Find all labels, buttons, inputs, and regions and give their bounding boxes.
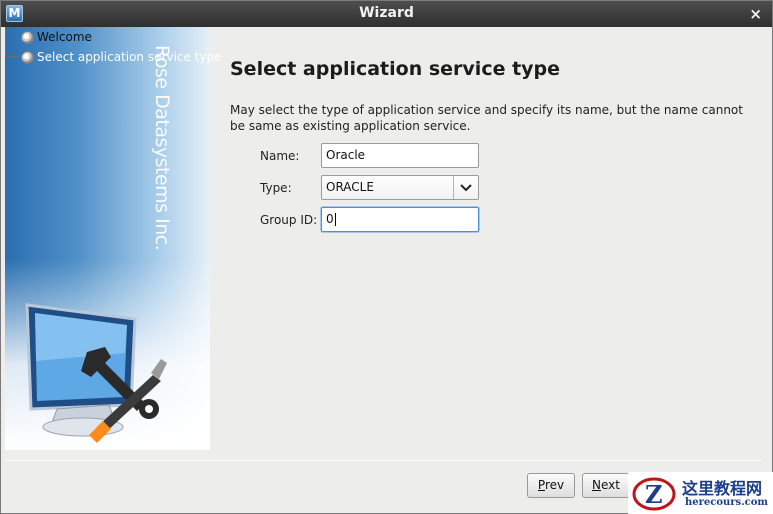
step-select-service-type[interactable]: Select application service type xyxy=(5,49,221,69)
name-field-value: Oracle xyxy=(326,148,366,162)
site-watermark: Z 这里教程网 herecours.com xyxy=(628,472,773,514)
vendor-watermark-text: Rose Datasystems Inc. xyxy=(151,45,173,251)
step-label: Welcome xyxy=(37,30,92,44)
chevron-down-icon[interactable] xyxy=(453,176,478,199)
watermark-logo-icon: Z xyxy=(632,477,676,511)
next-mnemonic: N xyxy=(592,478,601,492)
window-title: Wizard xyxy=(359,5,414,21)
prev-button[interactable]: Prev xyxy=(527,473,575,498)
watermark-logo-letter: Z xyxy=(645,480,663,509)
watermark-chinese-text: 这里教程网 xyxy=(682,479,763,498)
close-icon[interactable]: × xyxy=(749,5,762,23)
type-select[interactable]: ORACLE xyxy=(321,175,479,200)
monitor-tools-illustration xyxy=(25,303,167,443)
step-status-icon xyxy=(21,31,34,44)
text-caret xyxy=(334,213,336,226)
name-label: Name: xyxy=(260,149,300,163)
page-description: May select the type of application servi… xyxy=(230,103,743,133)
prev-mnemonic: P xyxy=(537,478,545,492)
next-button[interactable]: Next xyxy=(582,473,630,498)
wizard-steps-list: Welcome Select application service type xyxy=(5,29,221,69)
watermark-url-text: herecours.com xyxy=(685,497,769,508)
step-label: Select application service type xyxy=(37,50,222,64)
group-id-field[interactable]: 0 xyxy=(321,207,479,232)
step-status-icon xyxy=(21,51,34,64)
footer-separator xyxy=(5,460,761,461)
type-select-value: ORACLE xyxy=(326,180,374,194)
wizard-window: M Wizard × Rose Datasystems Inc. Welcome… xyxy=(0,0,773,514)
page-title: Select application service type xyxy=(230,58,561,80)
title-bar[interactable]: M Wizard × xyxy=(1,1,772,27)
group-id-label: Group ID: xyxy=(260,213,318,227)
type-label: Type: xyxy=(260,181,292,195)
name-field[interactable]: Oracle xyxy=(321,143,479,168)
side-banner: Rose Datasystems Inc. xyxy=(5,27,210,450)
next-label: ext xyxy=(601,478,620,492)
prev-label: rev xyxy=(544,478,565,492)
step-welcome[interactable]: Welcome xyxy=(5,29,221,49)
group-id-field-value: 0 xyxy=(326,212,334,226)
